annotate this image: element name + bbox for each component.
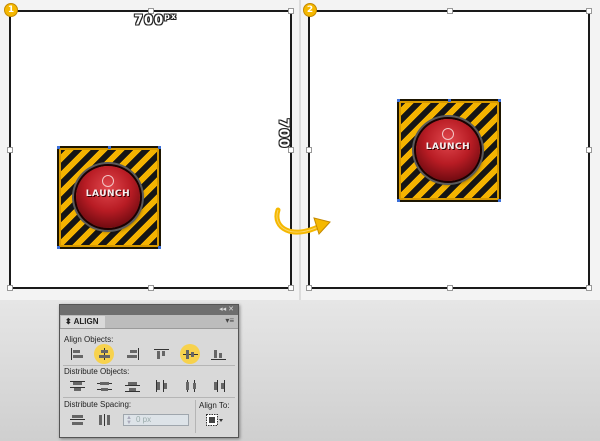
artboard-corner-handle[interactable] [447,8,453,14]
selection-handle[interactable] [397,99,400,102]
vertical-distribute-center-icon[interactable] [96,379,113,393]
panel-collapse-close-icon[interactable]: ◂◂ ✕ [219,305,234,315]
horizontal-distribute-right-icon[interactable] [210,379,227,393]
artboard-corner-handle[interactable] [7,285,13,291]
launch-button-disc: LAUNCH [416,119,480,181]
launch-button-artwork-before[interactable]: LAUNCH [57,146,161,249]
spacing-value-input[interactable]: ▲ ▼ 0 px [123,414,189,426]
target-emblem-icon [102,175,114,187]
horizontal-distribute-space-icon[interactable] [96,413,113,427]
artboard-corner-handle[interactable] [586,8,592,14]
panel-tabbar: ⬍ ALIGN ▾≡ [60,315,238,329]
stage-divider [299,0,301,300]
height-dimension-label: 700 [275,118,291,149]
launch-button-label: LAUNCH [85,189,131,199]
vertical-distribute-bottom-icon[interactable] [124,379,141,393]
selection-handle[interactable] [498,99,501,102]
tab-arrows-icon: ⬍ [65,317,72,326]
width-dimension-label: 700px [134,12,177,28]
vertical-distribute-space-icon[interactable] [69,413,86,427]
distribute-spacing-label: Distribute Spacing: [64,400,132,409]
align-panel: ◂◂ ✕ ⬍ ALIGN ▾≡ Align Objects: Distribut… [59,304,239,438]
horizontal-align-right-icon[interactable] [124,347,141,361]
width-unit: px [164,12,178,21]
align-to-artboard-icon[interactable] [206,413,223,426]
selection-handle[interactable] [498,199,501,202]
artboard-corner-handle[interactable] [148,285,154,291]
selection-handle[interactable] [57,146,60,149]
artboard-corner-handle[interactable] [306,285,312,291]
artboard-corner-handle[interactable] [288,8,294,14]
launch-button-artwork-after[interactable]: LAUNCH [397,99,501,202]
tab-align-label: ALIGN [73,317,99,326]
horizontal-align-left-icon[interactable] [69,347,86,361]
selection-handle[interactable] [397,199,400,202]
horizontal-distribute-left-icon[interactable] [153,379,170,393]
tab-align[interactable]: ⬍ ALIGN [61,316,105,328]
section-divider [63,365,235,366]
launch-button-disc: LAUNCH [76,166,140,228]
artboard-corner-handle[interactable] [447,285,453,291]
vertical-align-bottom-icon[interactable] [210,347,227,361]
vertical-distribute-top-icon[interactable] [69,379,86,393]
canvas-stage: 1 700px 700 LAUNCH 2 LAUNCH [0,0,600,300]
selection-handle[interactable] [57,246,60,249]
step-badge-2: 2 [303,3,317,17]
target-emblem-icon [442,128,454,140]
selection-handle[interactable] [108,146,111,149]
panel-titlebar[interactable]: ◂◂ ✕ [60,305,238,315]
selection-handle[interactable] [158,246,161,249]
vertical-align-center-icon[interactable] [180,344,200,364]
step-badge-1: 1 [4,3,18,17]
artboard-corner-handle[interactable] [288,285,294,291]
artboard-corner-handle[interactable] [586,285,592,291]
section-divider [63,397,235,398]
horizontal-distribute-center-icon[interactable] [182,379,199,393]
selection-handle[interactable] [448,99,451,102]
align-to-label: Align To: [199,401,230,410]
spinner-arrows-icon[interactable]: ▲ ▼ [126,415,132,426]
curved-arrow-icon [274,207,331,235]
width-value: 700 [134,13,165,29]
artboard-corner-handle[interactable] [586,147,592,153]
section-divider [195,400,196,433]
vertical-align-top-icon[interactable] [153,347,170,361]
horizontal-align-center-icon[interactable] [94,344,114,364]
distribute-objects-label: Distribute Objects: [64,367,130,376]
spacing-value: 0 px [136,415,152,424]
panel-menu-icon[interactable]: ▾≡ [225,316,234,325]
launch-button-label: LAUNCH [425,142,471,152]
align-objects-label: Align Objects: [64,335,114,344]
artboard-corner-handle[interactable] [306,147,312,153]
artboard-corner-handle[interactable] [7,147,13,153]
selection-handle[interactable] [158,146,161,149]
